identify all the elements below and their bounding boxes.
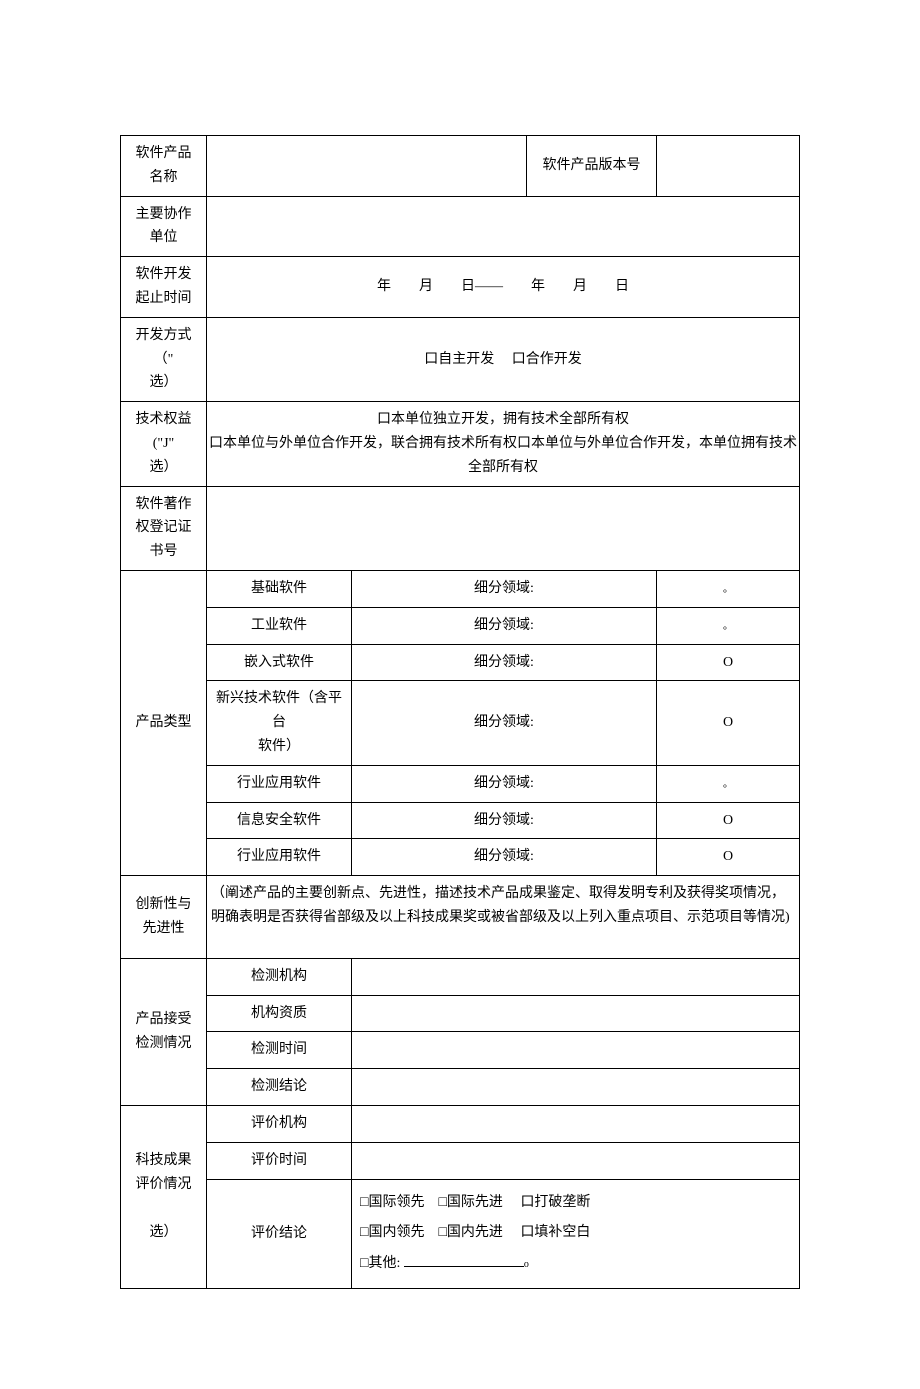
- dev-period-label: 软件开发 起止时间: [121, 257, 207, 318]
- inspection-org-value[interactable]: [352, 958, 800, 995]
- ptype-mark-0[interactable]: 。: [657, 570, 800, 607]
- eval-label: 科技成果 评价情况 选）: [121, 1105, 207, 1288]
- product-name-label: 软件产品 名称: [121, 136, 207, 197]
- ptype-sub-0: 细分领域:: [352, 570, 657, 607]
- dev-mode-label: 开发方式 （" 选）: [121, 317, 207, 401]
- innovation-text[interactable]: （阐述产品的主要创新点、先进性，描述技术产品成果鉴定、取得发明专利及获得奖项情况…: [207, 876, 800, 959]
- eval-time-label: 评价时间: [207, 1142, 352, 1179]
- inspection-qual-value[interactable]: [352, 995, 800, 1032]
- eval-opt-other-label[interactable]: □其他:: [360, 1256, 400, 1271]
- inspection-qual-label: 机构资质: [207, 995, 352, 1032]
- ptype-sub-2: 细分领域:: [352, 644, 657, 681]
- ptype-sub-3: 细分领域:: [352, 681, 657, 765]
- inspection-time-value[interactable]: [352, 1032, 800, 1069]
- eval-org-label: 评价机构: [207, 1105, 352, 1142]
- ptype-name-5: 信息安全软件: [207, 802, 352, 839]
- dev-mode-options[interactable]: 口自主开发 口合作开发: [207, 317, 800, 401]
- tech-rights-opt-2[interactable]: 口本单位与外单位合作开发，联合拥有技术所有权口本单位与外单位合作开发，本单位拥有…: [209, 432, 797, 480]
- eval-opt-dom-adv[interactable]: □国内先进: [438, 1225, 502, 1240]
- eval-other-period: o: [524, 1259, 529, 1270]
- eval-opt-dom-lead[interactable]: □国内领先: [360, 1225, 424, 1240]
- coop-unit-label: 主要协作 单位: [121, 196, 207, 257]
- ptype-name-1: 工业软件: [207, 607, 352, 644]
- ptype-name-0: 基础软件: [207, 570, 352, 607]
- ptype-sub-5: 细分领域:: [352, 802, 657, 839]
- product-type-label: 产品类型: [121, 570, 207, 875]
- ptype-name-3: 新兴技术软件（含平台 软件）: [207, 681, 352, 765]
- ptype-name-2: 嵌入式软件: [207, 644, 352, 681]
- copyright-value[interactable]: [207, 486, 800, 570]
- ptype-mark-3[interactable]: O: [657, 681, 800, 765]
- eval-opt-break-monopoly[interactable]: 口打破垄断: [520, 1195, 590, 1210]
- dev-period-value[interactable]: 年 月 日—— 年 月 日: [207, 257, 800, 318]
- inspection-label: 产品接受 检测情况: [121, 958, 207, 1105]
- innovation-label: 创新性与 先进性: [121, 876, 207, 959]
- eval-opt-fill-blank[interactable]: 口填补空白: [520, 1225, 590, 1240]
- ptype-sub-6: 细分领域:: [352, 839, 657, 876]
- coop-unit-value[interactable]: [207, 196, 800, 257]
- product-name-value[interactable]: [207, 136, 527, 197]
- tech-rights-options[interactable]: 口本单位独立开发，拥有技术全部所有权 口本单位与外单位合作开发，联合拥有技术所有…: [207, 402, 800, 486]
- version-value[interactable]: [657, 136, 800, 197]
- form-table: 软件产品 名称 软件产品版本号 主要协作 单位 软件开发 起止时间 年 月 日—…: [120, 135, 800, 1289]
- eval-org-value[interactable]: [352, 1105, 800, 1142]
- inspection-result-value[interactable]: [352, 1069, 800, 1106]
- ptype-mark-6[interactable]: O: [657, 839, 800, 876]
- ptype-sub-4: 细分领域:: [352, 765, 657, 802]
- dev-mode-opt-coop[interactable]: 口合作开发: [512, 352, 582, 367]
- inspection-org-label: 检测机构: [207, 958, 352, 995]
- eval-time-value[interactable]: [352, 1142, 800, 1179]
- ptype-mark-2[interactable]: O: [657, 644, 800, 681]
- eval-opt-other-input[interactable]: [404, 1252, 524, 1267]
- eval-opt-intl-adv[interactable]: □国际先进: [438, 1195, 502, 1210]
- ptype-name-6: 行业应用软件: [207, 839, 352, 876]
- ptype-mark-5[interactable]: O: [657, 802, 800, 839]
- tech-rights-label: 技术权益 ("J" 选）: [121, 402, 207, 486]
- eval-result-options[interactable]: □国际领先 □国际先进 口打破垄断 □国内领先 □国内先进 口填补空白 □其他:…: [352, 1179, 800, 1288]
- ptype-mark-4[interactable]: 。: [657, 765, 800, 802]
- dev-mode-opt-self[interactable]: 口自主开发: [424, 352, 494, 367]
- eval-result-label: 评价结论: [207, 1179, 352, 1288]
- ptype-sub-1: 细分领域:: [352, 607, 657, 644]
- inspection-time-label: 检测时间: [207, 1032, 352, 1069]
- copyright-label: 软件著作 权登记证 书号: [121, 486, 207, 570]
- version-label: 软件产品版本号: [527, 136, 657, 197]
- tech-rights-opt-1[interactable]: 口本单位独立开发，拥有技术全部所有权: [209, 408, 797, 432]
- inspection-result-label: 检测结论: [207, 1069, 352, 1106]
- ptype-name-4: 行业应用软件: [207, 765, 352, 802]
- ptype-mark-1[interactable]: 。: [657, 607, 800, 644]
- eval-opt-intl-lead[interactable]: □国际领先: [360, 1195, 424, 1210]
